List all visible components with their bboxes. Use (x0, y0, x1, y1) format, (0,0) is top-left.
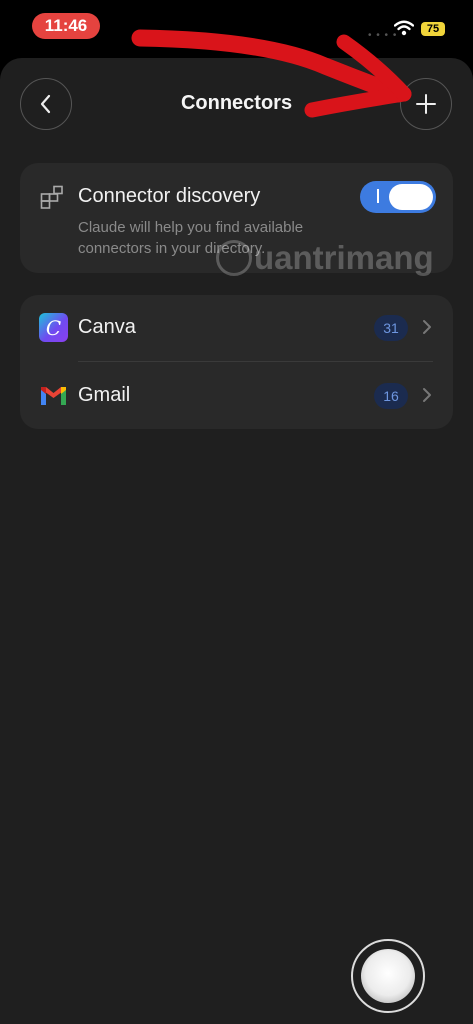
plus-icon (416, 94, 436, 114)
toggle-on-mark (377, 189, 379, 203)
connector-name: Canva (78, 316, 136, 338)
row-divider (78, 361, 433, 362)
wifi-icon (394, 20, 414, 36)
gmail-icon (41, 387, 66, 405)
canva-icon: C (39, 313, 68, 342)
floating-home-button[interactable] (351, 939, 425, 1013)
connector-list: C Canva 31 Gmail 16 (20, 295, 453, 429)
tool-count-badge: 16 (374, 383, 408, 409)
toggle-knob (389, 184, 433, 210)
battery-indicator: 75 (421, 22, 445, 36)
widgets-icon (40, 185, 63, 209)
status-time: 11:46 (32, 13, 100, 39)
watermark-logo-icon (216, 240, 252, 276)
chevron-right-icon (423, 388, 431, 402)
watermark: uantrimang (216, 235, 434, 281)
chevron-right-icon (423, 320, 431, 334)
connector-name: Gmail (78, 384, 131, 406)
signal-dots-icon: • • • • (368, 30, 398, 41)
connector-row-gmail[interactable]: Gmail 16 (20, 363, 453, 429)
watermark-text: uantrimang (254, 239, 434, 276)
discovery-title: Connector discovery (78, 185, 261, 207)
add-connector-button[interactable] (400, 78, 452, 130)
connector-row-canva[interactable]: C Canva 31 (20, 295, 453, 362)
discovery-toggle[interactable] (360, 181, 436, 213)
home-button-knob (361, 949, 415, 1003)
tool-count-badge: 31 (374, 315, 408, 341)
status-bar: 11:46 • • • • 75 (0, 0, 473, 56)
